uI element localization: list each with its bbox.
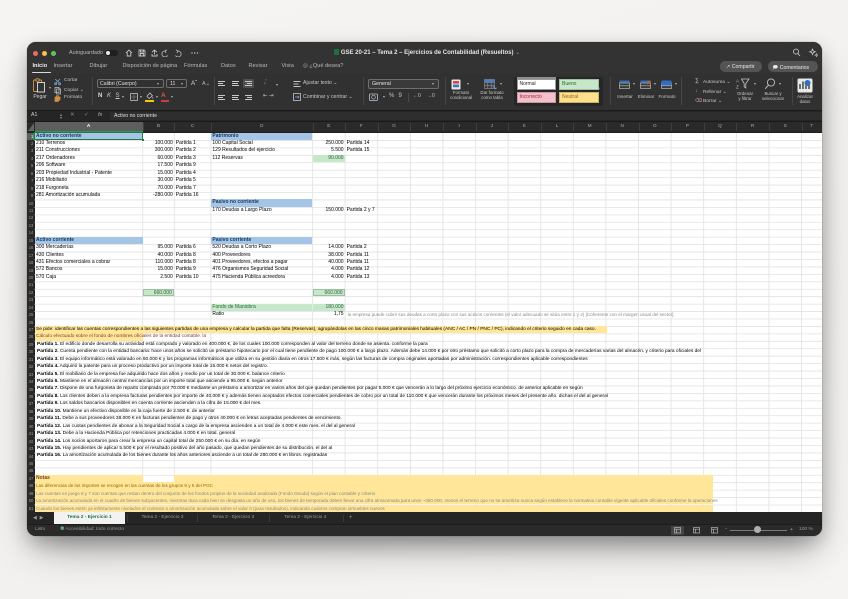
svg-text:Z: Z [736, 84, 739, 89]
svg-text:A: A [736, 78, 740, 83]
